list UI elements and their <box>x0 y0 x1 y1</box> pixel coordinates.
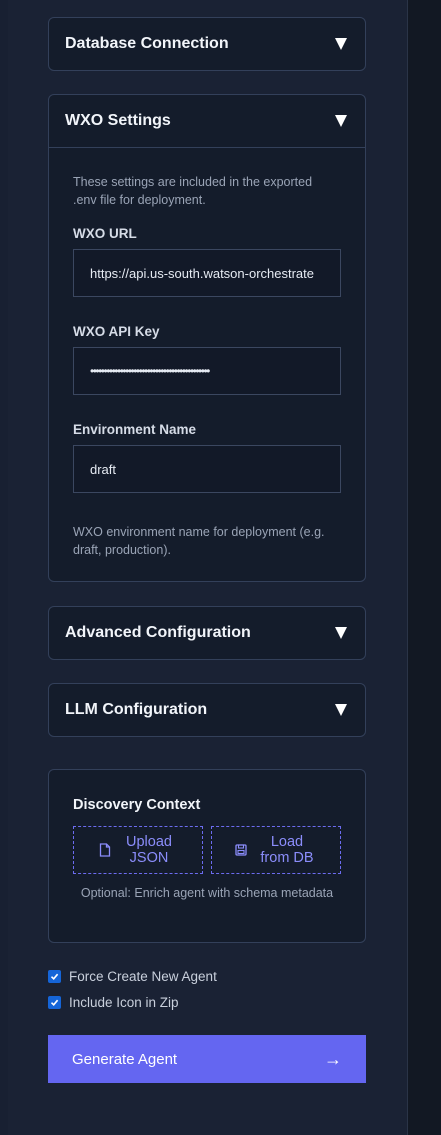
discovery-hint: Optional: Enrich agent with schema metad… <box>80 886 334 900</box>
generate-agent-button[interactable]: Generate Agent → <box>48 1035 366 1083</box>
wxo-api-key-label: WXO API Key <box>73 324 160 339</box>
load-from-db-button[interactable]: Load from DB <box>211 826 341 874</box>
check-icon <box>50 973 59 980</box>
caret-down-icon <box>335 627 347 639</box>
save-icon <box>235 844 247 856</box>
environment-name-input[interactable]: draft <box>73 445 341 493</box>
include-icon-label: Include Icon in Zip <box>69 995 179 1010</box>
check-icon <box>50 999 59 1006</box>
caret-down-icon <box>335 115 347 127</box>
upload-json-button[interactable]: Upload JSON <box>73 826 203 874</box>
upload-json-label: Upload JSON <box>126 834 172 866</box>
llm-configuration-panel: LLM Configuration <box>48 683 366 737</box>
panel-title: Database Connection <box>65 35 229 52</box>
load-from-db-label: Load from DB <box>260 834 314 866</box>
sidebar-edge <box>0 0 8 1135</box>
arrow-right-icon: → <box>324 1048 342 1069</box>
wxo-api-key-input[interactable]: ••••••••••••••••••••••••••••••••••••••••… <box>73 347 341 395</box>
include-icon-checkbox[interactable] <box>48 996 61 1009</box>
discovery-context-title: Discovery Context <box>73 797 201 813</box>
caret-down-icon <box>335 38 347 50</box>
scrollbar-track[interactable] <box>407 0 441 1135</box>
database-connection-header[interactable]: Database Connection <box>49 18 365 70</box>
force-create-checkbox[interactable] <box>48 970 61 983</box>
environment-name-hint: WXO environment name for deployment (e.g… <box>73 525 325 557</box>
advanced-configuration-header[interactable]: Advanced Configuration <box>49 607 365 659</box>
wxo-settings-panel: WXO Settings These settings are included… <box>48 94 366 582</box>
include-icon-option[interactable]: Include Icon in Zip <box>48 995 179 1010</box>
panel-title: WXO Settings <box>65 112 171 129</box>
generate-agent-label: Generate Agent <box>72 1050 178 1068</box>
wxo-url-label: WXO URL <box>73 226 137 241</box>
force-create-label: Force Create New Agent <box>69 969 217 984</box>
wxo-settings-header[interactable]: WXO Settings <box>49 95 365 147</box>
panel-title: LLM Configuration <box>65 701 208 718</box>
wxo-url-input[interactable]: https://api.us-south.watson-orchestrate <box>73 249 341 297</box>
file-icon <box>99 843 111 857</box>
advanced-configuration-panel: Advanced Configuration <box>48 606 366 660</box>
wxo-intro-text: These settings are included in the expor… <box>73 175 313 207</box>
environment-name-label: Environment Name <box>73 422 197 437</box>
panel-title: Advanced Configuration <box>65 624 251 641</box>
wxo-settings-body: These settings are included in the expor… <box>49 147 365 581</box>
llm-configuration-header[interactable]: LLM Configuration <box>49 684 365 736</box>
database-connection-panel: Database Connection <box>48 17 366 71</box>
force-create-option[interactable]: Force Create New Agent <box>48 969 217 984</box>
caret-down-icon <box>335 704 347 716</box>
discovery-context-panel: Discovery Context Upload JSON Load from … <box>48 769 366 943</box>
